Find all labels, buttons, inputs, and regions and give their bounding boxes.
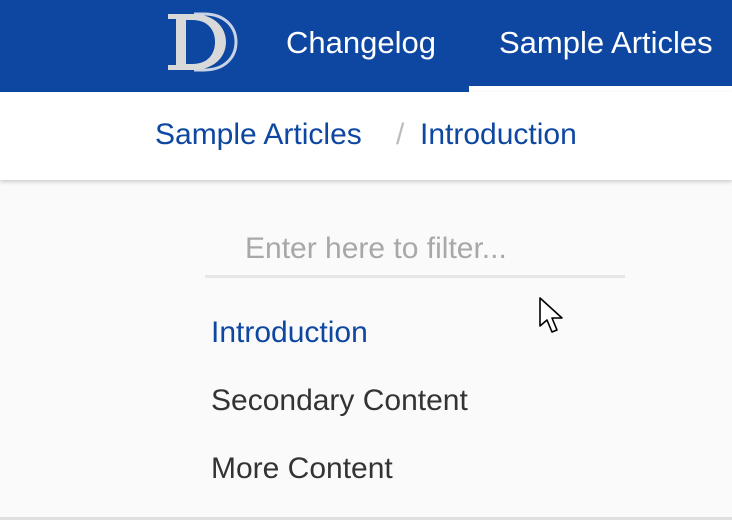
- article-list: Introduction Secondary Content More Cont…: [211, 316, 468, 520]
- letter-d-logo-icon[interactable]: [164, 10, 240, 74]
- article-link-introduction[interactable]: Introduction: [211, 316, 468, 384]
- article-link-secondary-content[interactable]: Secondary Content: [211, 384, 468, 452]
- breadcrumb-item-sample-articles[interactable]: Sample Articles: [155, 118, 362, 152]
- breadcrumb-separator: /: [396, 118, 405, 151]
- nav-link-sample-articles[interactable]: Sample Articles: [499, 0, 713, 86]
- mouse-pointer-icon: [539, 297, 563, 333]
- page: Changelog Sample Articles Sample Article…: [0, 0, 732, 520]
- nav-link-changelog[interactable]: Changelog: [286, 0, 436, 86]
- filter-input[interactable]: [205, 222, 625, 278]
- article-link-more-content[interactable]: More Content: [211, 452, 468, 520]
- breadcrumb: Sample Articles / Introduction: [0, 92, 732, 180]
- top-navigation-bar: Changelog Sample Articles: [0, 0, 732, 92]
- breadcrumb-item-introduction[interactable]: Introduction: [420, 118, 577, 152]
